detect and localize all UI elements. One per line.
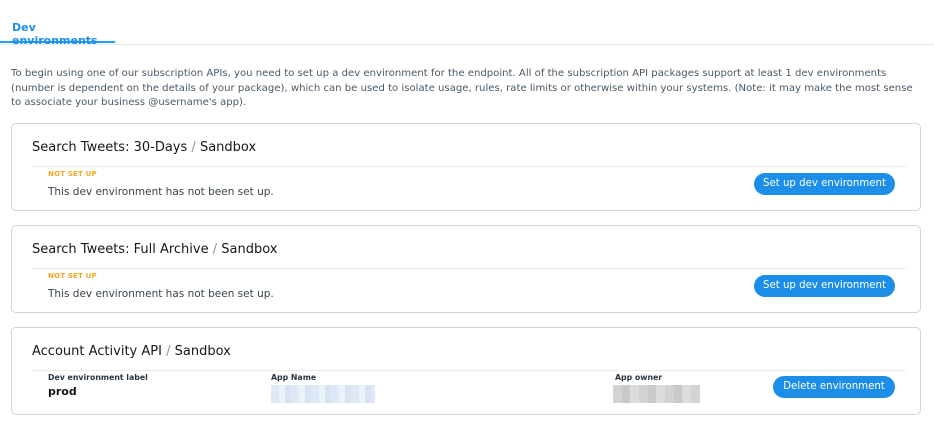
dev-environment-label-value: prod [48,385,77,398]
delete-environment-button[interactable]: Delete environment [773,376,895,398]
app-name-redacted [271,385,375,403]
dev-environment-label-header: Dev environment label [48,373,148,382]
card-title: Search Tweets: Full Archive / Sandbox [32,242,278,257]
product-name: Search Tweets: 30-Days [32,140,188,155]
app-name-header: App Name [271,373,317,382]
tab-label: Dev environments [12,21,98,47]
set-up-environment-button[interactable]: Set up dev environment [754,275,895,297]
dev-environments-page: Dev environments To begin using one of o… [0,0,934,429]
status-message: This dev environment has not been set up… [48,288,274,300]
environment-card-account-activity: Account Activity API / Sandbox Dev envir… [11,327,921,415]
title-separator: / [212,242,218,257]
card-title: Account Activity API / Sandbox [32,344,231,359]
set-up-environment-button[interactable]: Set up dev environment [754,173,895,195]
product-name: Account Activity API [32,344,162,359]
tab-dev-environments[interactable]: Dev environments [0,0,115,47]
status-message: This dev environment has not been set up… [48,186,274,198]
app-owner-redacted [613,385,700,403]
intro-text: To begin using one of our subscription A… [11,68,913,108]
product-name: Search Tweets: Full Archive [32,242,209,257]
environment-card-search-30-days: Search Tweets: 30-Days / Sandbox NOT SET… [11,123,921,211]
title-separator: / [191,140,196,155]
environment-card-search-full-archive: Search Tweets: Full Archive / Sandbox NO… [11,225,921,313]
status-badge: NOT SET UP [48,272,97,280]
tier-name: Sandbox [199,140,257,155]
card-divider [32,166,906,167]
tier-name: Sandbox [221,242,278,257]
status-badge: NOT SET UP [48,170,97,178]
app-owner-header: App owner [615,373,663,382]
card-divider [32,268,906,269]
tab-bar: Dev environments [0,0,934,47]
tier-name: Sandbox [174,344,231,359]
card-divider [32,370,906,371]
title-separator: / [166,344,171,359]
card-title: Search Tweets: 30-Days / Sandbox [32,140,256,155]
